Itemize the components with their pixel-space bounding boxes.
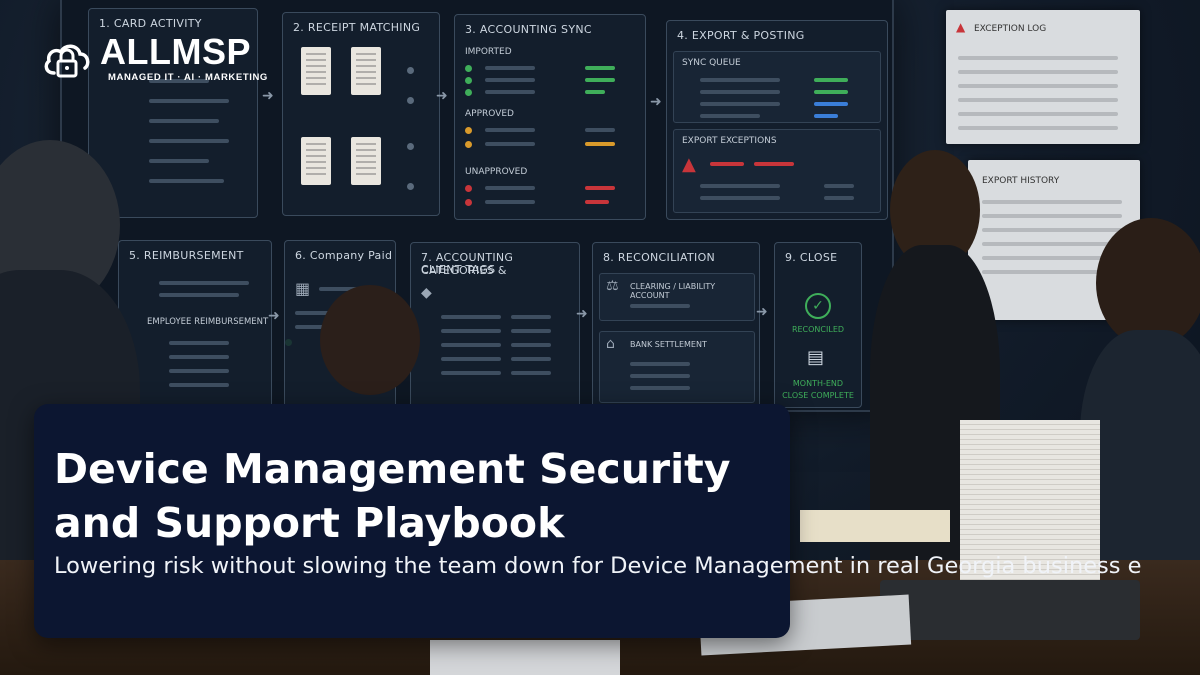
arrow-right-icon: ➜	[268, 308, 280, 324]
building-icon: ▦	[295, 279, 311, 298]
arrow-right-icon: ➜	[262, 88, 274, 104]
title-line-2: and Support Playbook	[54, 499, 565, 547]
section-label: UNAPPROVED	[465, 167, 528, 177]
brand-name: ALLMSP	[100, 31, 251, 72]
panel-title: 4. EXPORT & POSTING	[677, 29, 805, 42]
tag-icon: ◆	[421, 285, 432, 301]
brand-tagline: MANAGED IT · AI · MARKETING	[108, 72, 268, 83]
panel-reconciliation: 8. RECONCILIATION ⚖ CLEARING / LIABILITY…	[592, 242, 760, 408]
panel-title: 5. REIMBURSEMENT	[129, 249, 244, 262]
export-exceptions: EXPORT EXCEPTIONS ▲	[673, 129, 881, 213]
section-label: APPROVED	[465, 109, 514, 119]
receipt-icon	[301, 137, 331, 185]
hero-banner: 1. CARD ACTIVITY ➜ 2. RECEIPT MATCHING ➜…	[0, 0, 1200, 675]
receipt-icon	[301, 47, 331, 95]
scale-icon: ⚖	[606, 278, 619, 294]
panel-title: 3. ACCOUNTING SYNC	[465, 23, 592, 36]
check-circle-icon: ✓	[805, 293, 831, 319]
exception-log-poster: ▲ EXCEPTION LOG	[946, 10, 1140, 144]
section-label: IMPORTED	[465, 47, 512, 57]
bank-icon: ⌂	[606, 336, 615, 352]
panel-reimbursement: 5. REIMBURSEMENT EMPLOYEE REIMBURSEMENT	[118, 240, 292, 408]
arrow-right-icon: ➜	[650, 94, 662, 110]
warning-icon: ▲	[682, 154, 696, 175]
panel-title: CLIENT TAGS	[421, 263, 496, 276]
panel-title: 2. RECEIPT MATCHING	[293, 21, 421, 34]
paper-tray	[880, 580, 1140, 640]
brand-logo[interactable]: ALLMSP MANAGED IT · AI · MARKETING	[42, 34, 268, 83]
clearing-account: ⚖ CLEARING / LIABILITY ACCOUNT	[599, 273, 755, 321]
panel-title: 1. CARD ACTIVITY	[99, 17, 202, 30]
title-card: Device Management Security and Support P…	[34, 404, 790, 638]
panel-title: 6. Company Paid	[295, 249, 393, 262]
panel-accounting-sync: 3. ACCOUNTING SYNC IMPORTED APPROVED UNA…	[454, 14, 646, 220]
panel-title: 9. CLOSE	[785, 251, 838, 264]
bank-settlement: ⌂ BANK SETTLEMENT	[599, 331, 755, 403]
section-label: EMPLOYEE REIMBURSEMENT	[147, 317, 269, 327]
arrow-right-icon: ➜	[756, 304, 768, 320]
receipt-icon	[351, 137, 381, 185]
paper-sheet	[430, 640, 620, 675]
receipt-icon	[351, 47, 381, 95]
panel-close: 9. CLOSE ✓ RECONCILED ▤ MONTH-END CLOSE …	[774, 242, 862, 408]
page-subtitle: Lowering risk without slowing the team d…	[54, 553, 1142, 579]
warning-icon: ▲	[956, 20, 966, 34]
document-icon: ▤	[807, 347, 825, 368]
panel-receipt-matching: 2. RECEIPT MATCHING	[282, 12, 440, 216]
panel-title: 8. RECONCILIATION	[603, 251, 716, 264]
notebook	[800, 510, 950, 542]
panel-categories-tags: 7. ACCOUNTING CATEGORIES & CLIENT TAGS ◆	[410, 242, 580, 408]
title-line-1: Device Management Security	[54, 445, 731, 493]
cloud-lock-icon	[42, 35, 92, 83]
arrow-right-icon: ➜	[436, 88, 448, 104]
panel-export-posting: 4. EXPORT & POSTING SYNC QUEUE EXPORT EX…	[666, 20, 888, 220]
sync-queue: SYNC QUEUE	[673, 51, 881, 123]
page-title: Device Management Security and Support P…	[54, 442, 774, 550]
arrow-right-icon: ➜	[576, 306, 588, 322]
